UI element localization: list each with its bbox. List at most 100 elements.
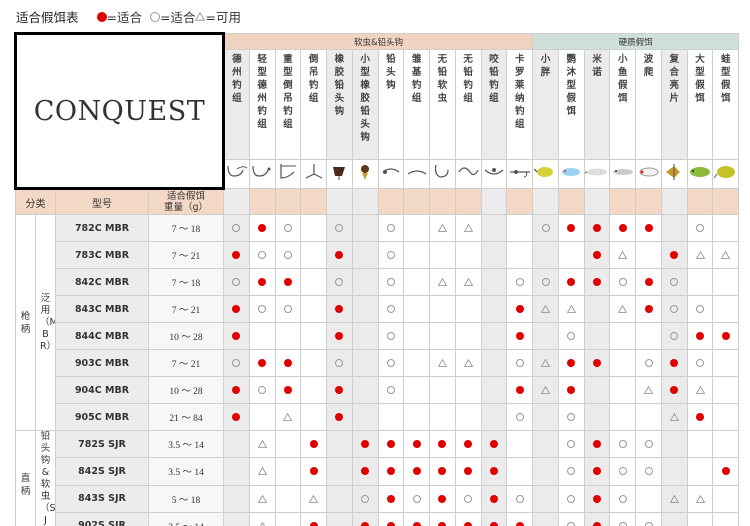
suitability-cell: [635, 322, 662, 350]
lure-name: 波爬: [635, 49, 662, 160]
suitability-cell: [454, 268, 482, 296]
suitable-dot-icon: [258, 224, 267, 232]
ok-circle-icon: [696, 305, 705, 313]
subcategory-cell: 泛用（MBR）: [35, 214, 56, 431]
suitability-cell: [274, 268, 302, 296]
suitability-cell: [609, 484, 637, 513]
suitability-cell: [274, 484, 302, 513]
suitable-dot-icon: [283, 359, 292, 367]
weight-range-cell: 5 ～ 18: [147, 484, 225, 513]
suitability-cell: [300, 403, 328, 431]
table-row: 843C MBR 7 ～ 21: [16, 295, 740, 323]
suitability-cell: [609, 349, 637, 377]
lure-label: 蛙型假饵: [721, 54, 731, 104]
suitability-cell: [248, 295, 276, 323]
suitability-cell: [223, 322, 250, 350]
suitability-cell: [326, 403, 353, 431]
suitable-dot-icon: [567, 359, 576, 367]
lure-icon: [660, 159, 688, 189]
lure-label: 米诺: [592, 54, 602, 78]
legend-ok: =适合: [160, 9, 196, 25]
ok-circle-icon: [283, 224, 292, 232]
suitable-dot-icon: [489, 440, 498, 449]
table-row: 783C MBR 7 ～ 21: [16, 241, 740, 269]
lure-icon: [429, 159, 456, 189]
suitability-cell: [274, 376, 302, 404]
suitability-cell: [660, 268, 688, 296]
suitability-cell: [609, 403, 637, 431]
suitability-cell: [223, 429, 250, 459]
red-dot-icon: [96, 9, 107, 24]
suitability-cell: [377, 322, 405, 350]
suitability-cell: [686, 295, 714, 323]
ok-circle-icon: [644, 521, 653, 526]
suitability-cell: [480, 349, 508, 377]
suitability-cell: [686, 376, 714, 404]
lure-label: 鹦沐型假饵: [566, 54, 577, 117]
suitability-cell: [635, 457, 662, 486]
ok-circle-icon: [644, 467, 653, 476]
suitability-cell: [660, 429, 688, 459]
chart-title: 适合假饵表: [16, 9, 79, 25]
suitability-cell: [300, 484, 328, 513]
lure-icon: [609, 159, 637, 189]
suitability-cell: [635, 241, 662, 269]
lure-name: 米诺: [583, 49, 611, 160]
lure-name: 橡胶铅头钩: [326, 49, 353, 160]
suitability-cell: [429, 484, 456, 513]
usable-triangle-icon: [695, 386, 705, 394]
suitability-cell: [248, 241, 276, 269]
suitability-cell: [351, 349, 379, 377]
suitability-cell: [686, 511, 714, 526]
suitable-dot-icon: [335, 251, 344, 259]
suitability-cell: [506, 241, 534, 269]
model-cell: 844C MBR: [55, 322, 149, 350]
suitability-cell: [274, 241, 302, 269]
suitability-cell: [635, 376, 662, 404]
suitable-dot-icon: [283, 386, 292, 394]
suitability-cell: [429, 214, 456, 242]
usable-triangle-icon: [437, 359, 447, 367]
lure-name: 咬铅钓组: [480, 49, 508, 160]
suitable-dot-icon: [670, 251, 679, 259]
brand-logo: CONQUEST: [13, 32, 226, 190]
suitable-dot-icon: [386, 494, 395, 503]
suitability-cell: [429, 241, 456, 269]
suitability-cell: [454, 457, 482, 486]
suitability-cell: [557, 322, 585, 350]
model-header: 型号: [55, 188, 149, 215]
suitability-cell: [506, 511, 534, 526]
suitability-cell: [506, 295, 534, 323]
suitable-dot-icon: [335, 413, 344, 421]
suitable-dot-icon: [464, 467, 473, 476]
suitability-cell: [326, 457, 353, 486]
weight-range-cell: 3.5 ～ 14: [147, 511, 225, 526]
lure-column-header: [686, 188, 714, 215]
usable-triangle-icon: [463, 359, 473, 367]
suitability-cell: [248, 403, 276, 431]
suitability-cell: [274, 295, 302, 323]
lure-column-header: [583, 188, 611, 215]
suitability-cell: [532, 295, 559, 323]
suitability-cell: [532, 241, 559, 269]
lure-table: CONQUEST 软虫&铅头钩 硬质假饵 德州钓组 轻型德州钓组 重型倒吊钓组 倒吊钓组 橡胶…: [13, 32, 740, 526]
suitability-cell: [686, 268, 714, 296]
subcategory-label: 泛用（MBR）: [40, 292, 56, 352]
suitability-cell: [686, 322, 714, 350]
suitability-cell: [403, 429, 431, 459]
suitability-cell: [326, 484, 353, 513]
suitable-dot-icon: [438, 521, 447, 526]
lure-label: 无铅软虫: [437, 54, 448, 104]
suitability-cell: [506, 268, 534, 296]
suitability-cell: [583, 484, 611, 513]
table-row: 903C MBR 7 ～ 21: [16, 349, 740, 377]
lure-label: 倒吊钓组: [308, 54, 319, 104]
suitability-cell: [480, 241, 508, 269]
ok-circle-icon: [258, 386, 267, 394]
suitability-cell: [609, 214, 637, 242]
suitable-dot-icon: [721, 332, 730, 340]
lure-name: 小型橡胶铅头钩: [351, 49, 379, 160]
suitability-cell: [274, 349, 302, 377]
suitability-cell: [300, 376, 328, 404]
lure-icon: [454, 159, 482, 189]
